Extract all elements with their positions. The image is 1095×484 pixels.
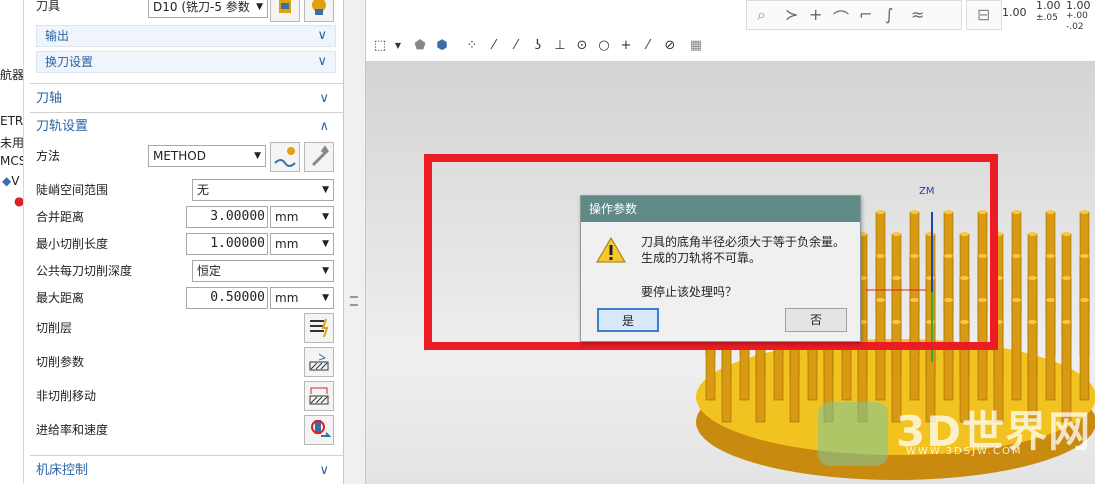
dropdown-arrow-icon[interactable]: ▼ <box>390 38 406 54</box>
tree-item[interactable]: ETR <box>0 114 23 128</box>
dialog-title[interactable]: 操作参数 <box>581 196 860 222</box>
readout-3[interactable]: 1.00 +.00 -.02 <box>1066 0 1091 33</box>
tool-label: 刀具 <box>36 0 61 13</box>
warning-icon <box>596 237 626 263</box>
cut-params-label: 切削参数 <box>36 355 85 369</box>
watermark-url: WWW.3DSJW.COM <box>906 446 1023 457</box>
tree-item[interactable]: ◆V <box>2 174 19 188</box>
cut-layers-icon[interactable] <box>304 313 334 343</box>
cut-params-icon[interactable] <box>304 347 334 377</box>
panel-splitter[interactable] <box>344 0 366 484</box>
watermark-logo-icon <box>818 402 888 466</box>
arc-icon[interactable]: ⌒ <box>833 5 849 29</box>
min-cut-input[interactable]: 1.00000 <box>186 233 268 255</box>
graphics-toolbar: ⌕ ≻ + ⌒ ⌐ ∫ ≈ ⊟ 1.00 1.00 ±.05 1.00 +.00 -.… <box>366 0 1095 62</box>
steep-select[interactable]: 无 ▼ <box>192 179 334 201</box>
min-cut-unit-select[interactable]: mm ▼ <box>270 233 334 255</box>
steep-label: 陡峭空间范围 <box>36 183 109 197</box>
snap-points-icon[interactable]: ⁘ <box>464 38 480 54</box>
method-select[interactable]: METHOD ▼ <box>148 145 266 167</box>
select-box-icon[interactable]: ⬚ <box>372 38 388 54</box>
chevron-down-icon: ∨ <box>317 54 327 69</box>
body-icon[interactable]: ⬢ <box>434 38 450 54</box>
non-cut-moves-icon[interactable] <box>304 381 334 411</box>
min-cut-label: 最小切削长度 <box>36 237 109 251</box>
new-tool-icon[interactable] <box>304 0 334 22</box>
error-icon: ● <box>14 194 24 208</box>
depth-label: 公共每刀切削深度 <box>36 264 133 278</box>
max-distance-input[interactable]: 0.50000 <box>186 287 268 309</box>
machine-control-section[interactable]: 机床控制 ∨ <box>30 460 337 482</box>
merge-distance-input[interactable]: 3.00000 <box>186 206 268 228</box>
navigator-label: 导航器 <box>0 68 24 82</box>
merge-distance-label: 合并距离 <box>36 210 85 224</box>
point-icon[interactable]: + <box>618 38 634 54</box>
grid-icon[interactable]: ▦ <box>688 38 704 54</box>
curve-icon[interactable]: ʖ <box>530 38 546 54</box>
solid-filter-icon[interactable]: ⬟ <box>412 38 428 54</box>
wrench-icon[interactable] <box>304 142 334 172</box>
max-distance-unit-select[interactable]: mm ▼ <box>270 287 334 309</box>
feeds-speeds-icon[interactable] <box>304 415 334 445</box>
feeds-label: 进给率和速度 <box>36 423 109 437</box>
chevron-down-icon: ∨ <box>319 91 329 106</box>
tool-change-section[interactable]: 换刀设置 ∨ <box>36 51 336 73</box>
method-label: 方法 <box>36 149 61 163</box>
fillet-icon[interactable]: ∫ <box>885 5 893 24</box>
bounded-plane-icon[interactable]: ⊘ <box>662 38 678 54</box>
edit-method-icon[interactable] <box>270 142 300 172</box>
path-settings-section[interactable]: 刀轨设置 ∧ <box>30 116 337 138</box>
cut-layers-label: 切削层 <box>36 321 73 335</box>
tool-select[interactable]: D10 (铣刀-5 参数 ▼ <box>148 0 268 18</box>
offset-icon[interactable]: ≈ <box>911 5 924 24</box>
line-end-icon[interactable]: ⁄ <box>486 38 502 54</box>
dialog-message-line1: 刀具的底角半径必须大于等于负余量。 <box>641 235 846 249</box>
corner-icon[interactable]: ⌐ <box>859 5 872 24</box>
chevron-up-icon: ∧ <box>319 119 329 134</box>
intersect-icon[interactable]: ⊥ <box>552 38 568 54</box>
readout-1[interactable]: 1.00 <box>1002 6 1027 19</box>
output-section[interactable]: 输出 ∨ <box>36 25 336 47</box>
warning-dialog: 操作参数 刀具的底角半径必须大于等于负余量。 生成的刀轨将不可靠。 要停止该处理… <box>580 195 861 342</box>
sketch-tools-group: ⌕ ≻ + ⌒ ⌐ ∫ ≈ <box>746 0 962 30</box>
quadrant-icon[interactable]: ○ <box>596 38 612 54</box>
tree-item[interactable]: MCS <box>0 154 23 168</box>
dialog-question: 要停止该处理吗？ <box>641 285 738 299</box>
tool-axis-section[interactable]: 刀轴 ∨ <box>30 88 337 110</box>
no-button[interactable]: 否 <box>785 308 847 332</box>
readout-2[interactable]: 1.00 ±.05 <box>1036 0 1061 24</box>
operation-panel: 刀具 D10 (铣刀-5 参数 ▼ 输出 ∨ 换刀设置 ∨ 刀轴 ∨ 刀轨设置 ∧ 方法 … <box>24 0 362 484</box>
depth-select[interactable]: 恒定 ▼ <box>192 260 334 282</box>
line-mid-icon[interactable]: ⁄ <box>508 38 524 54</box>
tree-item[interactable]: 未用 <box>0 134 23 151</box>
magnifier-icon[interactable]: ⌕ <box>757 5 766 25</box>
trim-icon[interactable]: ≻ <box>785 5 798 24</box>
merge-unit-select[interactable]: mm ▼ <box>270 206 334 228</box>
circle-center-icon[interactable]: ⊙ <box>574 38 590 54</box>
chevron-down-icon: ∨ <box>319 463 329 478</box>
dimension-icon[interactable]: ⊟ <box>966 0 1002 30</box>
splitter-grip-icon <box>350 296 358 306</box>
dialog-message-line2: 生成的刀轨将不可靠。 <box>641 251 762 265</box>
extend-icon[interactable]: + <box>809 5 822 24</box>
non-cut-label: 非切削移动 <box>36 389 97 403</box>
yes-button[interactable]: 是 <box>597 308 659 332</box>
chevron-down-icon: ∨ <box>317 28 327 43</box>
max-distance-label: 最大距离 <box>36 291 85 305</box>
edit-tool-icon[interactable] <box>270 0 300 22</box>
navigator-strip: 导航器 ETR 未用 MCS ◆V ● <box>0 0 24 484</box>
on-curve-icon[interactable]: ⁄ <box>640 38 656 54</box>
